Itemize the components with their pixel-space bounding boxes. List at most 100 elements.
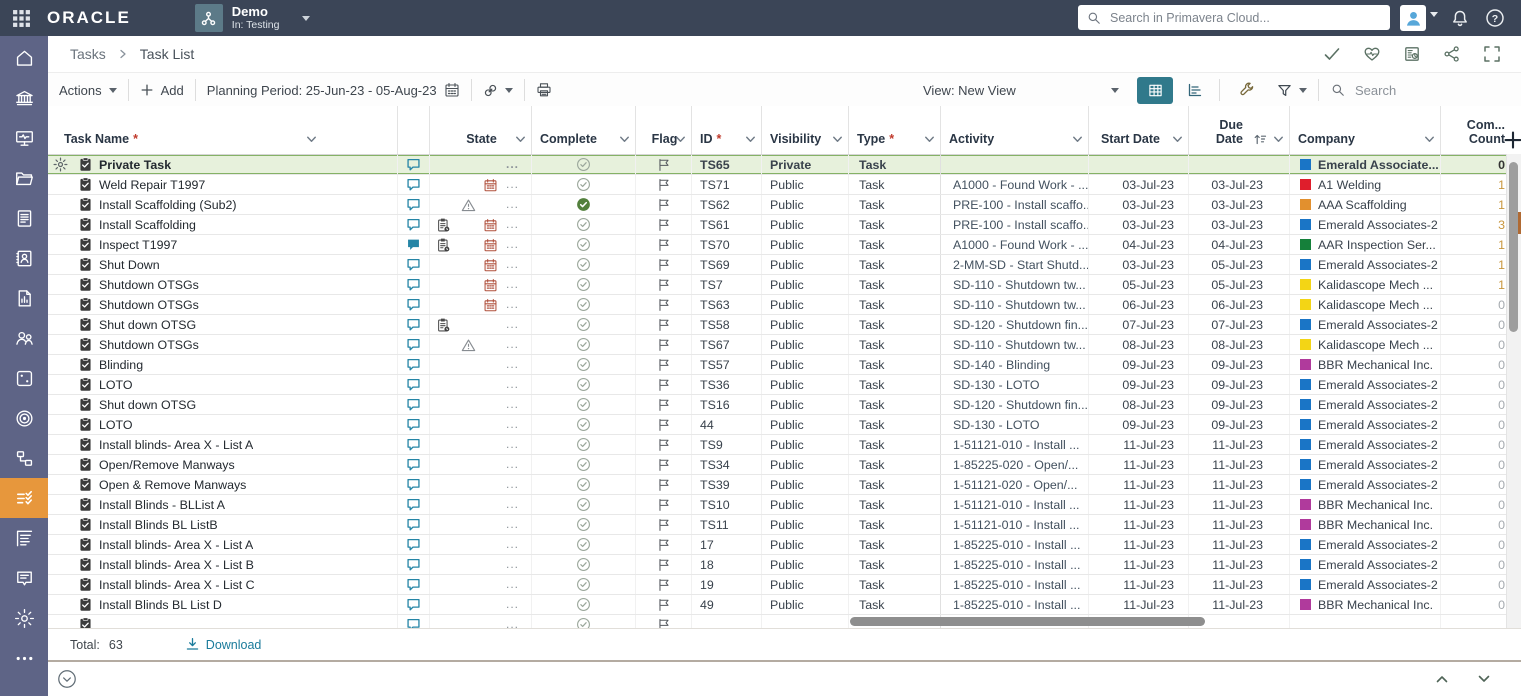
id-cell[interactable]: TS16 <box>692 395 762 414</box>
complete-unchecked-icon[interactable] <box>576 337 591 352</box>
start-date-cell[interactable]: 08-Jul-23 <box>1089 335 1189 354</box>
comment-cell[interactable] <box>398 555 430 574</box>
flag-icon[interactable] <box>657 478 671 492</box>
comment-cell[interactable] <box>398 515 430 534</box>
complete-unchecked-icon[interactable] <box>576 397 591 412</box>
activity-cell[interactable]: A1000 - Found Work - ... <box>941 175 1089 194</box>
grid-view-button[interactable] <box>1137 76 1173 104</box>
company-cell[interactable]: Emerald Associates-2 <box>1290 535 1441 554</box>
visibility-cell[interactable]: Public <box>762 215 849 234</box>
more-ellipsis[interactable]: ... <box>506 557 519 571</box>
flag-cell[interactable] <box>636 495 692 514</box>
more-ellipsis[interactable]: ... <box>506 597 519 611</box>
more-ellipsis[interactable]: ... <box>506 277 519 291</box>
complete-unchecked-icon[interactable] <box>576 317 591 332</box>
complete-cell[interactable] <box>532 435 636 454</box>
table-search[interactable] <box>1319 81 1513 99</box>
table-row[interactable]: Inspect T1997 ... TS70 Public Task A1000… <box>48 235 1521 255</box>
complete-cell[interactable] <box>532 335 636 354</box>
chevron-down-icon[interactable] <box>302 15 311 21</box>
state-cell[interactable]: ... <box>430 255 532 274</box>
visibility-cell[interactable]: Public <box>762 415 849 434</box>
comment-icon[interactable] <box>406 537 421 552</box>
task-name-cell[interactable]: Open & Remove Manways <box>48 475 398 494</box>
table-row[interactable]: Shut Down ... TS69 Public Task 2-MM-SD -… <box>48 255 1521 275</box>
col-header-start-date[interactable]: Start Date <box>1089 106 1189 154</box>
start-date-cell[interactable]: 08-Jul-23 <box>1089 395 1189 414</box>
company-cell[interactable]: BBR Mechanical Inc. <box>1290 495 1441 514</box>
more-ellipsis[interactable]: ... <box>506 237 519 251</box>
type-cell[interactable]: Task <box>849 195 941 214</box>
task-name-cell[interactable]: Inspect T1997 <box>48 235 398 254</box>
comment-cell[interactable] <box>398 155 430 174</box>
visibility-cell[interactable]: Public <box>762 315 849 334</box>
company-cell[interactable]: BBR Mechanical Inc. <box>1290 355 1441 374</box>
id-cell[interactable]: TS11 <box>692 515 762 534</box>
vertical-scrollbar-thumb[interactable] <box>1509 162 1518 332</box>
task-name-cell[interactable]: Shutdown OTSGs <box>48 275 398 294</box>
state-cell[interactable]: ... <box>430 175 532 194</box>
comment-icon[interactable] <box>406 317 421 332</box>
breadcrumb-tasks[interactable]: Tasks <box>70 46 106 62</box>
flag-icon[interactable] <box>657 398 671 412</box>
activity-cell[interactable]: SD-110 - Shutdown tw... <box>941 275 1089 294</box>
flag-icon[interactable] <box>657 198 671 212</box>
more-ellipsis[interactable]: ... <box>506 457 519 471</box>
task-name-cell[interactable]: Open/Remove Manways <box>48 455 398 474</box>
activity-cell[interactable]: 1-85225-010 - Install ... <box>941 575 1089 594</box>
type-cell[interactable]: Task <box>849 435 941 454</box>
flag-icon[interactable] <box>657 598 671 612</box>
chevron-down-icon[interactable] <box>1273 134 1284 145</box>
task-name-cell[interactable]: Shutdown OTSGs <box>48 295 398 314</box>
flag-cell[interactable] <box>636 395 692 414</box>
type-cell[interactable]: Task <box>849 555 941 574</box>
visibility-cell[interactable]: Public <box>762 395 849 414</box>
flag-cell[interactable] <box>636 435 692 454</box>
table-row[interactable]: Private Task ... TS65 Private Task Emera… <box>48 155 1521 175</box>
more-ellipsis[interactable]: ... <box>506 297 519 311</box>
due-date-cell[interactable]: 11-Jul-23 <box>1189 435 1290 454</box>
table-row[interactable]: Install Scaffolding (Sub2) ... TS62 Publ… <box>48 195 1521 215</box>
previous-chevron-up-icon[interactable] <box>1435 672 1449 686</box>
complete-cell[interactable] <box>532 555 636 574</box>
table-row[interactable]: Weld Repair T1997 ... TS71 Public Task A… <box>48 175 1521 195</box>
actions-menu-button[interactable]: Actions <box>48 83 128 98</box>
complete-unchecked-icon[interactable] <box>576 577 591 592</box>
company-cell[interactable]: Emerald Associates-2 <box>1290 575 1441 594</box>
company-cell[interactable]: Kalidascope Mech ... <box>1290 275 1441 294</box>
id-cell[interactable]: TS34 <box>692 455 762 474</box>
start-date-cell[interactable]: 11-Jul-23 <box>1089 535 1189 554</box>
due-date-cell[interactable]: 09-Jul-23 <box>1189 395 1290 414</box>
id-cell[interactable]: 17 <box>692 535 762 554</box>
report-icon[interactable] <box>1403 45 1421 63</box>
flag-icon[interactable] <box>657 278 671 292</box>
complete-cell[interactable] <box>532 535 636 554</box>
comment-cell[interactable] <box>398 355 430 374</box>
company-cell[interactable]: Kalidascope Mech ... <box>1290 295 1441 314</box>
print-button[interactable] <box>525 82 563 98</box>
comment-icon[interactable] <box>406 597 421 612</box>
id-cell[interactable]: TS9 <box>692 435 762 454</box>
due-date-cell[interactable]: 11-Jul-23 <box>1189 595 1290 614</box>
planning-period-button[interactable]: Planning Period: 25-Jun-23 - 05-Aug-23 <box>196 82 471 98</box>
flag-cell[interactable] <box>636 315 692 334</box>
col-header-state[interactable]: State <box>430 106 532 154</box>
company-cell[interactable]: Emerald Associates-2 <box>1290 475 1441 494</box>
app-grid-icon[interactable] <box>12 9 31 28</box>
company-cell[interactable]: Emerald Associate... <box>1290 155 1441 174</box>
comment-cell[interactable] <box>398 455 430 474</box>
comment-icon[interactable] <box>406 497 421 512</box>
complete-cell[interactable] <box>532 575 636 594</box>
health-icon[interactable] <box>1363 45 1381 63</box>
due-date-cell[interactable] <box>1189 155 1290 174</box>
more-ellipsis[interactable]: ... <box>506 477 519 491</box>
complete-unchecked-icon[interactable] <box>576 457 591 472</box>
comment-cell[interactable] <box>398 235 430 254</box>
complete-cell[interactable] <box>532 295 636 314</box>
task-name-cell[interactable]: LOTO <box>48 415 398 434</box>
comment-cell[interactable] <box>398 195 430 214</box>
activity-cell[interactable]: 1-51121-010 - Install ... <box>941 515 1089 534</box>
flag-cell[interactable] <box>636 335 692 354</box>
chevron-down-icon[interactable] <box>832 134 843 145</box>
comment-cell[interactable] <box>398 475 430 494</box>
